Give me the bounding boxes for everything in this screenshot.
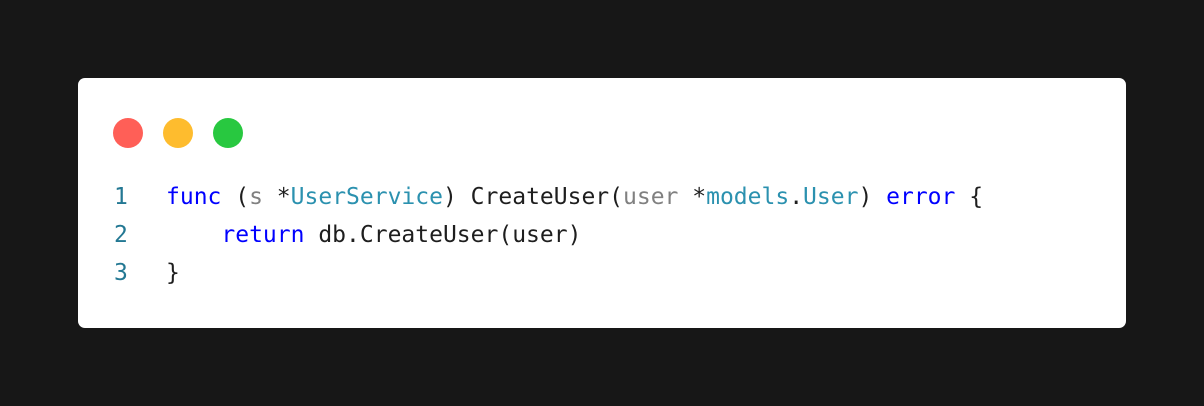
maximize-dot-icon[interactable] xyxy=(213,118,243,148)
code-token: UserService xyxy=(290,184,443,210)
code-token: ) xyxy=(858,184,887,210)
code-token: . xyxy=(789,184,804,210)
code-token: models xyxy=(706,184,790,210)
code-token: { xyxy=(955,184,984,210)
code-text: } xyxy=(166,254,180,292)
code-token: User xyxy=(803,184,859,210)
code-block: 1 func (s *UserService) CreateUser(user *… xyxy=(114,178,983,292)
code-token: } xyxy=(166,260,180,286)
code-line: 1 func (s *UserService) CreateUser(user *… xyxy=(114,178,983,216)
line-number: 1 xyxy=(114,184,128,210)
code-window: 1 func (s *UserService) CreateUser(user *… xyxy=(78,78,1126,328)
code-token: return xyxy=(221,222,305,248)
code-token: ( xyxy=(221,184,250,210)
line-number: 3 xyxy=(114,260,128,286)
close-dot-icon[interactable] xyxy=(113,118,143,148)
code-token: s xyxy=(249,184,263,210)
minimize-dot-icon[interactable] xyxy=(163,118,193,148)
code-token: ) CreateUser( xyxy=(442,184,623,210)
line-number: 2 xyxy=(114,222,128,248)
code-token: * xyxy=(262,184,291,210)
window-controls xyxy=(113,118,243,148)
code-token: db.CreateUser(user) xyxy=(304,222,582,248)
code-token: func xyxy=(166,184,222,210)
code-text: return db.CreateUser(user) xyxy=(166,216,581,254)
code-text: func (s *UserService) CreateUser(user *m… xyxy=(166,178,983,216)
code-line: 3} xyxy=(114,254,983,292)
code-line: 2 return db.CreateUser(user) xyxy=(114,216,983,254)
code-token: user xyxy=(623,184,679,210)
code-token: error xyxy=(886,184,956,210)
code-token: * xyxy=(678,184,707,210)
